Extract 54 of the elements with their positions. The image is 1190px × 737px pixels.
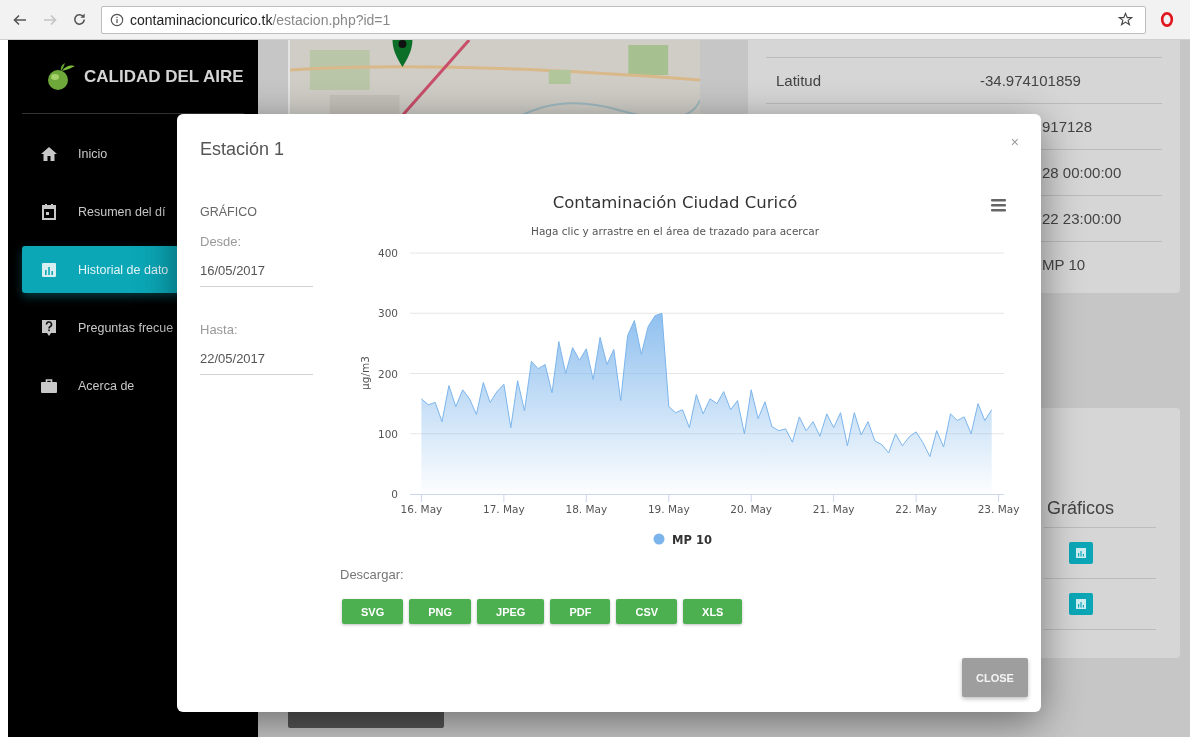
bar-chart-icon [40,260,58,279]
globe-leaf-icon [46,62,76,91]
axis-label: 200 [377,367,398,380]
field-label: Desde: [200,234,243,249]
address-bar[interactable]: contaminacioncurico.tk/estacion.php?id=1 [101,5,1146,34]
axis-label: 22. May [895,503,937,515]
chart-subtitle: Haga clic y arrastre en el área de trazado para acercar [531,225,819,237]
download-button[interactable]: PDF [550,599,611,624]
axis-label: 23. May [977,503,1020,515]
help-icon [40,318,58,337]
date-field[interactable]: 22/05/2017 [200,337,313,375]
download-button[interactable]: PNG [409,599,472,624]
info-icon[interactable] [110,12,124,27]
briefcase-icon [40,376,58,395]
download-button[interactable]: JPEG [477,599,545,624]
calendar-icon [40,202,58,221]
axis-label: 400 [377,247,398,259]
modal-title: Estación 1 [200,139,285,159]
axis-label: 21. May [812,503,855,515]
chart-title: Contaminación Ciudad Curicó [552,193,798,212]
download-label: Descargar: [340,567,405,582]
reload-icon[interactable] [72,12,87,27]
ring-icon[interactable] [1160,11,1174,28]
axis-label: 100 [377,427,398,440]
close-button[interactable]: × [1006,132,1023,152]
row-value: -34.974101859 [980,72,1081,89]
axis-label: 20. May [730,503,773,515]
row-value: 28 00:00:00 [1042,164,1122,181]
row-label: Latitud [775,72,823,89]
download-button[interactable]: XLS [683,599,743,624]
brand-title: CALIDAD DEL AIRE [84,66,244,87]
row-value: MP 10 [1042,256,1086,273]
star-icon[interactable] [1118,12,1133,27]
axis-label: 16. May [400,503,443,515]
legend-item[interactable]: MP 10 [672,532,712,547]
close-button[interactable]: CLOSE [962,658,1028,697]
axis-title: μg/m3 [359,356,371,390]
menu-icon[interactable] [991,199,1006,212]
date-field[interactable]: 16/05/2017 [200,249,313,287]
axis-label: 18. May [565,503,608,515]
download-button[interactable]: CSV [616,599,678,624]
axis-label: 0 [391,488,398,500]
bar-chart-icon [1076,599,1086,609]
download-button[interactable]: SVG [342,599,404,624]
row-value: 22 23:00:00 [1042,210,1122,227]
axis-label: 19. May [647,503,690,515]
column-heading: Gráficos [1044,490,1156,528]
bar-chart-icon [1076,548,1086,558]
home-icon [40,144,58,163]
row-value: 917128 [1042,118,1093,135]
section-label: GRÁFICO [200,205,258,221]
field-label: Hasta: [200,322,239,337]
axis-label: 300 [377,307,398,320]
axis-label: 17. May [483,503,525,515]
